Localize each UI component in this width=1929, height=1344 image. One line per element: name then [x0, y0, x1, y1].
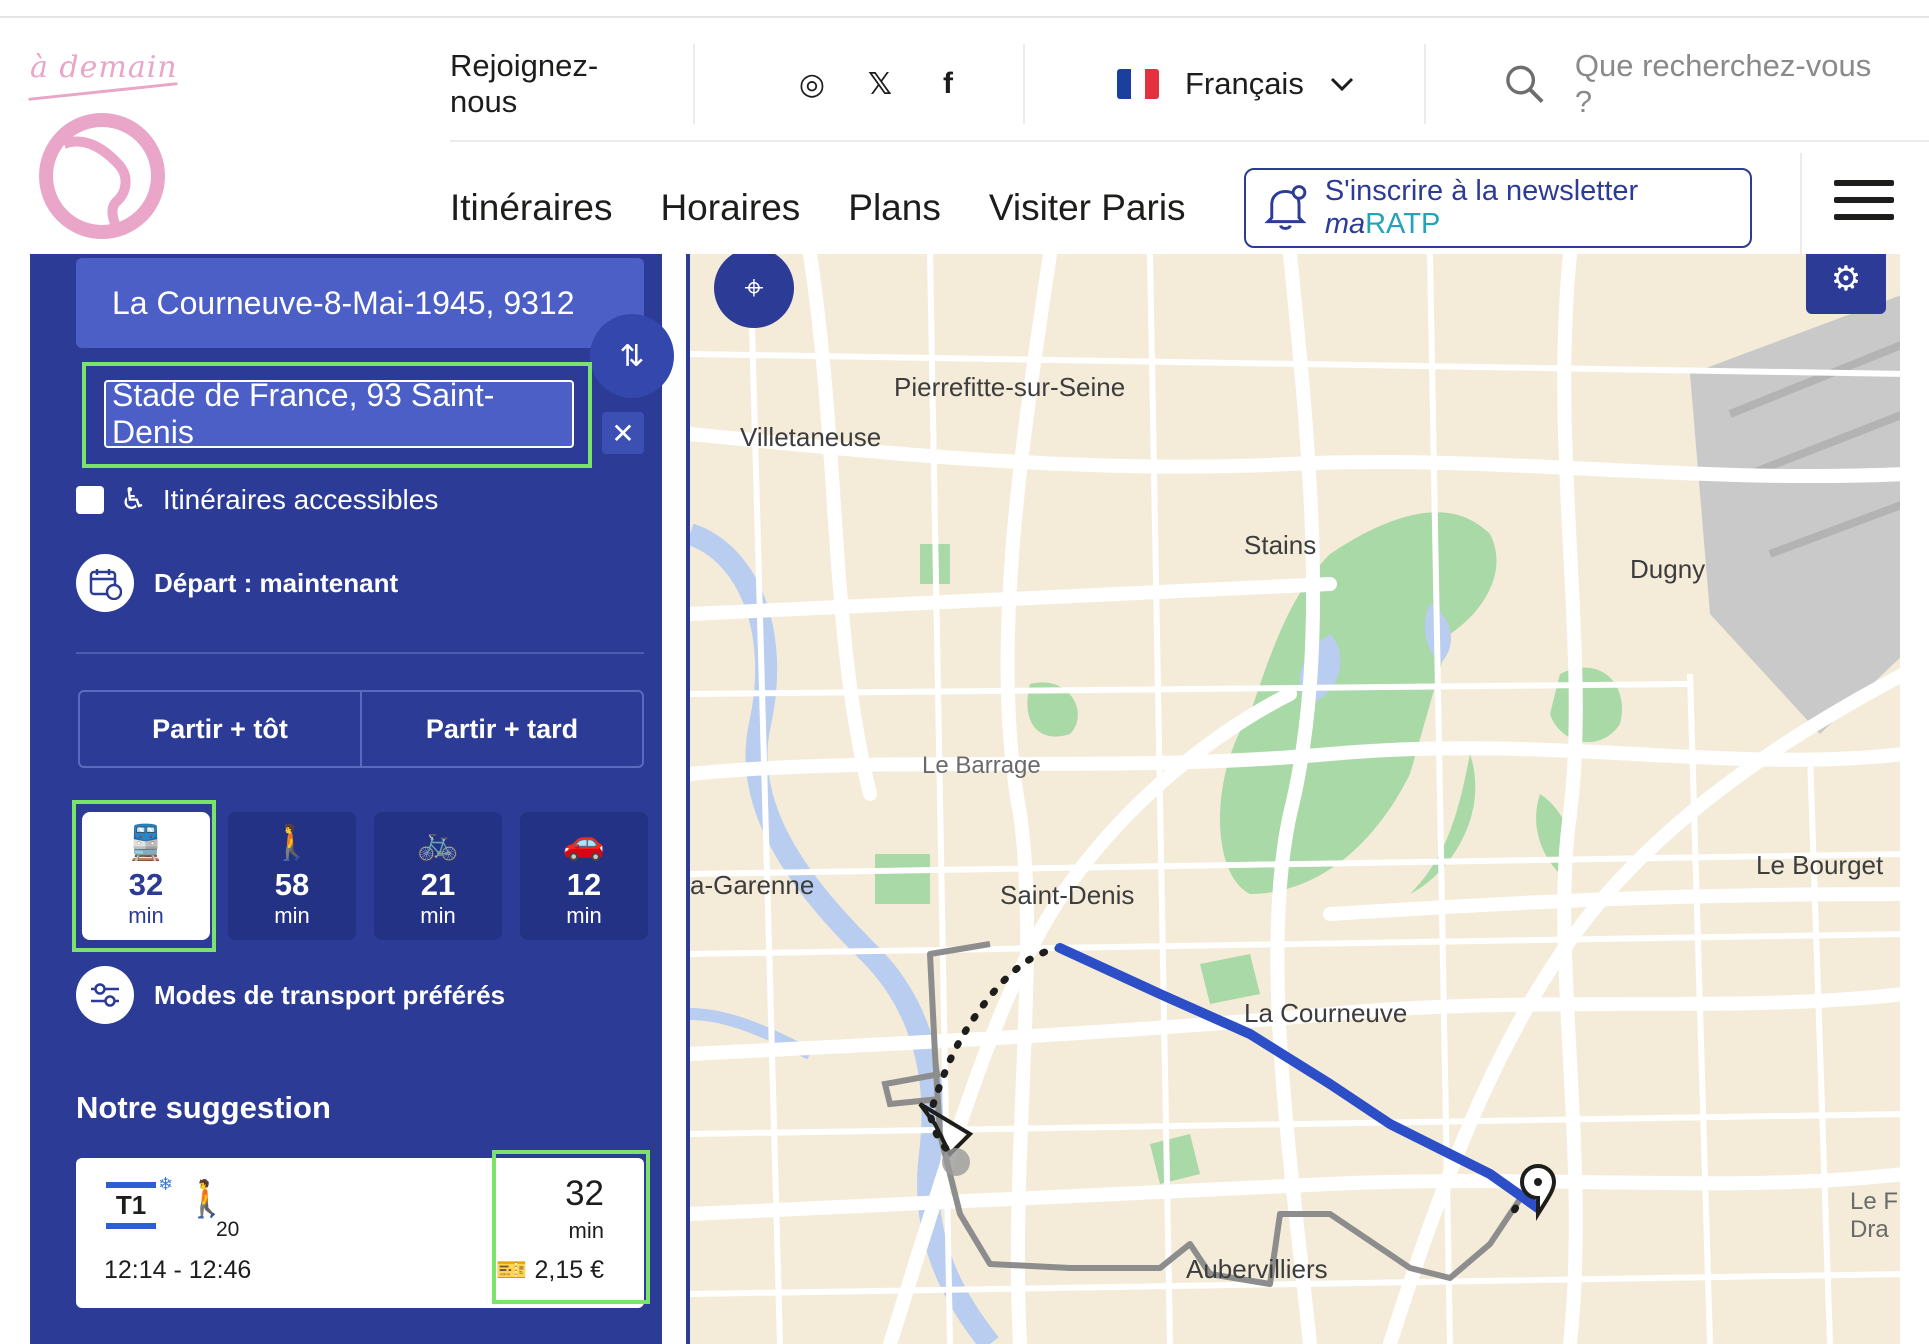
map-label-saint-denis: Saint-Denis: [1000, 880, 1135, 910]
map-label-garenne: a-Garenne: [690, 870, 815, 900]
social-links: ◎ 𝕏 f: [695, 67, 1023, 101]
divider: [1800, 153, 1802, 263]
page-edge: [1900, 254, 1929, 1344]
later-button[interactable]: Partir + tard: [360, 692, 642, 766]
ratp-logo[interactable]: à demain: [24, 36, 194, 256]
map-label-la-courneuve: La Courneuve: [1244, 998, 1408, 1028]
tram-line-badge: T1: [106, 1180, 156, 1231]
destination-field[interactable]: Stade de France, 93 Saint-Denis: [104, 377, 574, 450]
time-shift-group: Partir + tôt Partir + tard: [78, 690, 644, 768]
walk-icon: 🚶: [270, 824, 314, 862]
utility-row: Rejoignez-nous ◎ 𝕏 f Français Que recher…: [450, 40, 1890, 128]
sliders-icon: [76, 966, 134, 1024]
mode-selector: 🚆 32 min 🚶 58 min 🚲 21 min 🚗 12 min: [72, 800, 652, 952]
mode-duration: 12: [566, 867, 602, 902]
suggestion-title: Notre suggestion: [76, 1090, 331, 1125]
map-label-le-barrage: Le Barrage: [922, 752, 1041, 779]
car-icon: 🚗: [562, 824, 606, 862]
instagram-icon[interactable]: ◎: [795, 67, 829, 101]
nav-itineraires[interactable]: Itinéraires: [450, 187, 612, 229]
walk-icon: 🚶: [184, 1178, 229, 1219]
x-icon[interactable]: 𝕏: [863, 67, 897, 101]
preferred-modes-label: Modes de transport préférés: [154, 979, 506, 1010]
map-label-pierrefitte: Pierrefitte-sur-Seine: [894, 372, 1126, 402]
header-divider: [450, 140, 1929, 142]
site-header: à demain Rejoignez-nous ◎ 𝕏 f Français Q…: [0, 18, 1929, 263]
panel-divider: [76, 652, 644, 654]
search-box[interactable]: Que recherchez-vous ?: [1426, 48, 1890, 120]
main-nav: Itinéraires Horaires Plans Visiter Paris: [450, 168, 1234, 248]
map-label-villetaneuse: Villetaneuse: [740, 422, 882, 452]
facebook-icon[interactable]: f: [931, 67, 965, 101]
language-label: Français: [1184, 66, 1304, 101]
wheelchair-icon: ♿: [120, 483, 147, 516]
duration-highlight: [492, 1150, 650, 1304]
french-flag-icon: [1116, 69, 1159, 99]
swap-icon[interactable]: ⇅: [590, 314, 674, 398]
mode-walk[interactable]: 🚶 58 min: [228, 812, 356, 940]
browser-top-line: [0, 0, 1929, 18]
mode-duration: 21: [420, 867, 456, 902]
mode-unit: min: [566, 903, 602, 928]
mode-car[interactable]: 🚗 12 min: [520, 812, 648, 940]
map-canvas: [690, 254, 1900, 1344]
mode-highlight: [72, 800, 216, 952]
map-label-stains: Stains: [1244, 530, 1317, 560]
departure-label: Départ : maintenant: [154, 567, 399, 598]
map-label-lef: Le F: [1850, 1188, 1899, 1215]
map-label-dugny: Dugny: [1630, 554, 1706, 584]
nav-horaires[interactable]: Horaires: [660, 187, 800, 229]
map-filter-icon[interactable]: ⚙: [1806, 254, 1886, 314]
map-view[interactable]: ⌖ ⚙ Pierrefitte-sur-Seine Villetaneuse S…: [686, 254, 1900, 1344]
logo-mark-icon: [39, 113, 165, 239]
mode-bike[interactable]: 🚲 21 min: [374, 812, 502, 940]
bell-icon: [1264, 185, 1307, 230]
preferred-modes-row[interactable]: Modes de transport préférés: [76, 966, 505, 1024]
line-label: T1: [115, 1190, 147, 1220]
origin-field[interactable]: La Courneuve-8-Mai-1945, 9312: [76, 258, 644, 348]
snowflake-icon: ❄: [158, 1174, 174, 1194]
nav-plans[interactable]: Plans: [848, 187, 941, 229]
mode-unit: min: [420, 903, 456, 928]
accessible-label: Itinéraires accessibles: [162, 483, 439, 515]
chevron-down-icon: [1330, 77, 1353, 92]
earlier-button[interactable]: Partir + tôt: [80, 692, 360, 766]
newsletter-button[interactable]: S'inscrire à la newsletter maRATP: [1244, 168, 1752, 248]
language-selector[interactable]: Français: [1025, 66, 1424, 102]
bike-icon: 🚲: [416, 824, 460, 862]
departure-row[interactable]: Départ : maintenant: [76, 554, 398, 612]
close-icon[interactable]: ✕: [602, 412, 644, 454]
calendar-icon: [76, 554, 134, 612]
destination-highlight: Stade de France, 93 Saint-Denis: [82, 362, 592, 468]
trip-hours: 12:14 - 12:46: [104, 1256, 252, 1284]
map-label-le-bourget: Le Bourget: [1756, 850, 1884, 880]
search-icon: [1505, 65, 1544, 103]
menu-icon[interactable]: [1834, 180, 1894, 220]
join-link[interactable]: Rejoignez-nous: [450, 48, 693, 120]
map-label-aubervilliers: Aubervilliers: [1186, 1254, 1328, 1284]
map-label-dra: Dra: [1850, 1216, 1889, 1243]
itinerary-panel: La Courneuve-8-Mai-1945, 9312 ⇅ Stade de…: [30, 254, 674, 1344]
walk-minutes: 20: [216, 1218, 240, 1241]
newsletter-label: S'inscrire à la newsletter maRATP: [1324, 175, 1639, 240]
mode-unit: min: [274, 903, 310, 928]
accessible-checkbox[interactable]: [76, 485, 104, 514]
accessible-option: ♿ Itinéraires accessibles: [76, 482, 438, 517]
nav-visiter-paris[interactable]: Visiter Paris: [989, 187, 1186, 229]
mode-duration: 58: [274, 867, 310, 902]
search-input[interactable]: Que recherchez-vous ?: [1575, 48, 1890, 120]
